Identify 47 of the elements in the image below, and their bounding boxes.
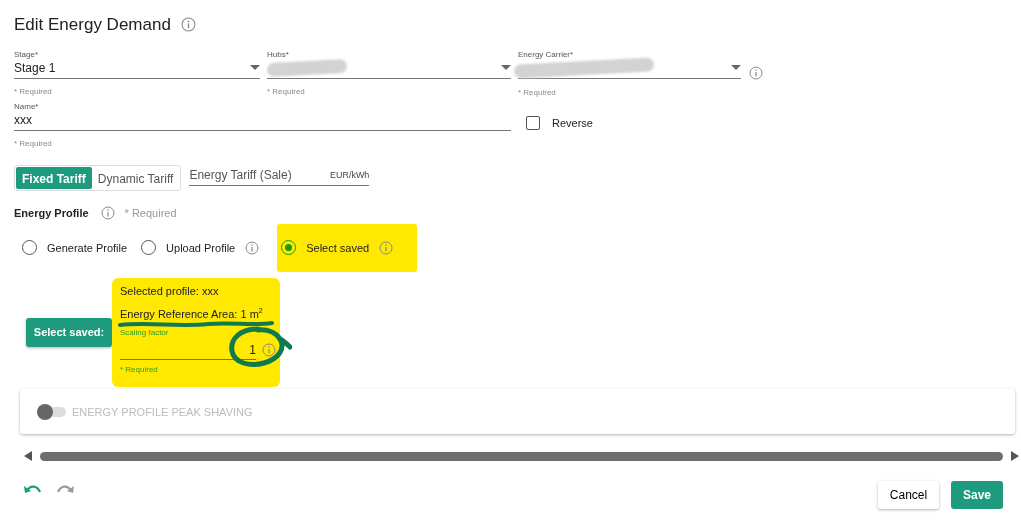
undo-icon[interactable] (24, 483, 42, 495)
info-icon[interactable] (749, 65, 763, 80)
field-label: Hubs* (267, 49, 290, 60)
field-label: Name* (14, 101, 40, 112)
section-title: Energy Profile (14, 206, 89, 219)
caret-icon (250, 64, 260, 71)
hint-text: * Required (518, 87, 557, 98)
unit-label: EUR/kWh (329, 169, 370, 180)
hint-text: * Required (120, 365, 159, 375)
reference-area-text: Energy Reference Area: 1 m$^{2}$ (120, 305, 264, 321)
name-field[interactable]: Name* xxx (14, 101, 511, 131)
tariff-input-field[interactable]: Energy Tariff (Sale) (189, 167, 310, 182)
info-icon[interactable] (245, 240, 260, 255)
radio-label: Generate Profile (47, 241, 128, 254)
hint-text: * Required (267, 86, 306, 97)
radio-label: Select saved (306, 241, 370, 254)
hint-text: * Required (14, 86, 53, 97)
hint-text: * Required (14, 138, 53, 149)
toggle-label: ENERGY PROFILE PEAK SHAVING (72, 405, 253, 418)
caret-icon (731, 64, 741, 71)
dialog-title: Edit Energy Demand (14, 14, 171, 35)
select-field[interactable]: Stage* Stage 1 (14, 49, 260, 79)
select-field[interactable]: Energy Carrier* (518, 49, 741, 79)
radio-label: Upload Profile (166, 241, 236, 254)
toggle-switch[interactable] (38, 406, 66, 417)
info-icon[interactable] (262, 343, 276, 358)
field-label: Energy Carrier* (518, 49, 575, 60)
scroll-left-icon[interactable] (24, 451, 32, 461)
redo-icon[interactable] (56, 483, 74, 495)
scrollbar-thumb[interactable] (40, 451, 1003, 461)
checkbox[interactable] (526, 115, 540, 130)
select-field[interactable]: Hubs* (267, 49, 511, 79)
scroll-right-icon[interactable] (1011, 451, 1019, 461)
field-value: 1 (249, 342, 256, 357)
caret-icon (501, 64, 511, 71)
cancel-button[interactable]: Cancel (878, 481, 939, 509)
field-value: xxx (14, 112, 32, 127)
info-icon[interactable] (100, 205, 115, 220)
info-icon[interactable] (379, 240, 394, 255)
checkbox-label: Reverse (552, 116, 593, 129)
hint-text: * Required (124, 206, 177, 219)
field-label: Stage* (14, 49, 40, 60)
field-value: Stage 1 (14, 60, 56, 75)
selected-profile-text: Selected profile: xxx (120, 283, 220, 298)
field-label: Scaling factor (120, 328, 170, 338)
info-icon[interactable] (180, 17, 196, 33)
scaling-factor-field[interactable]: 1 (120, 340, 256, 360)
